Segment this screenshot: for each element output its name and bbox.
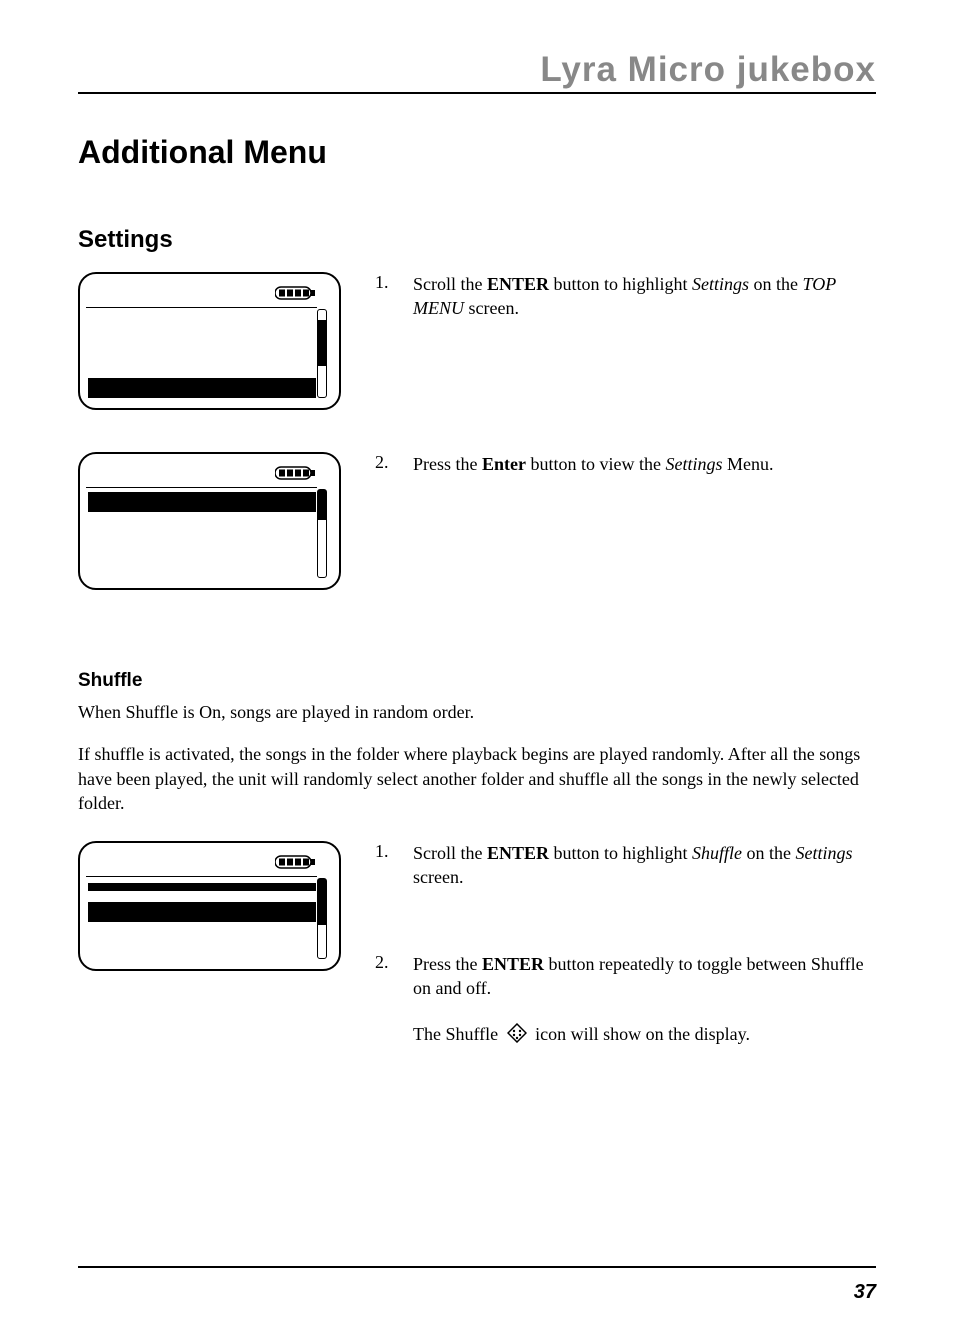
header-brand: Lyra Micro jukebox xyxy=(78,50,876,90)
footer-rule xyxy=(78,1266,876,1268)
page-title: Additional Menu xyxy=(78,134,876,171)
shuffle-heading: Shuffle xyxy=(78,670,876,692)
settings-step-2-row: 2. Press the Enter button to view the Se… xyxy=(78,452,876,590)
step-number: 2. xyxy=(375,952,413,1001)
device-screen-3 xyxy=(78,841,341,971)
step-number: 2. xyxy=(375,452,413,476)
settings-heading: Settings xyxy=(78,226,876,254)
battery-icon xyxy=(275,466,317,480)
scrollbar xyxy=(317,489,327,578)
shuffle-note: The Shuffle icon will show on the displa… xyxy=(413,1022,876,1046)
settings-step-1-row: 1. Scroll the ENTER button to highlight … xyxy=(78,272,876,410)
step-number: 1. xyxy=(375,841,413,890)
device-screen-2 xyxy=(78,452,341,590)
shuffle-icon xyxy=(507,1023,527,1043)
step-number: 1. xyxy=(375,272,413,321)
battery-icon xyxy=(275,855,317,869)
scrollbar xyxy=(317,878,327,959)
step-text: Scroll the ENTER button to highlight Set… xyxy=(413,272,876,321)
step-text: Press the ENTER button repeatedly to tog… xyxy=(413,952,876,1001)
step-text: Scroll the ENTER button to highlight Shu… xyxy=(413,841,876,890)
battery-icon xyxy=(275,286,317,300)
device-screen-1 xyxy=(78,272,341,410)
step-text: Press the Enter button to view the Setti… xyxy=(413,452,876,476)
scrollbar xyxy=(317,309,327,398)
shuffle-para-2: If shuffle is activated, the songs in th… xyxy=(78,742,876,815)
page-number: 37 xyxy=(854,1281,876,1304)
shuffle-para-1: When Shuffle is On, songs are played in … xyxy=(78,700,876,724)
header-rule xyxy=(78,92,876,94)
